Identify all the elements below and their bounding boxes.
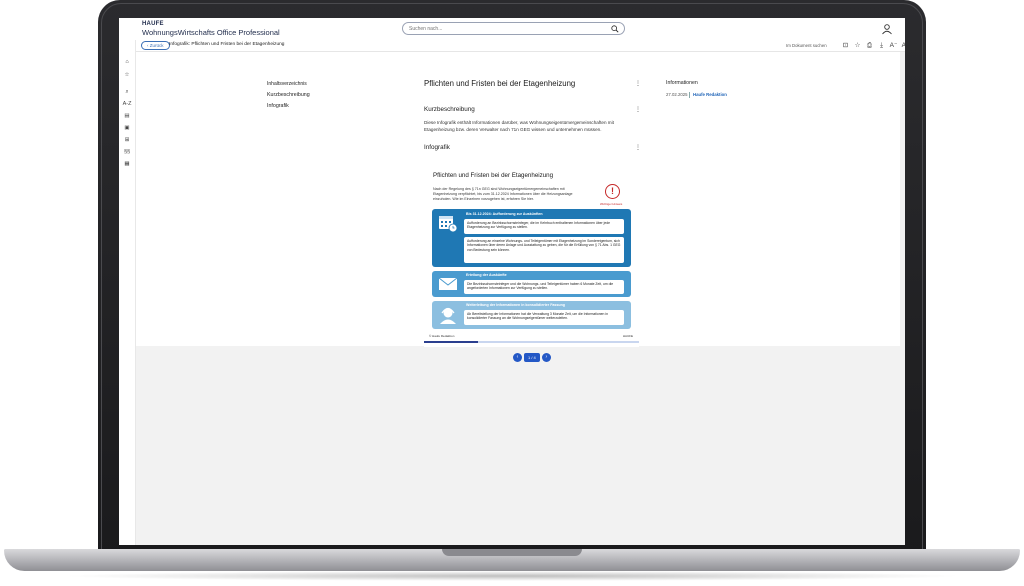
back-button[interactable]: ‹ Zurück [141,41,170,50]
infographic-footer-credit: © Haufe Redaktion [429,334,455,338]
search-input[interactable] [409,26,599,32]
search-icon[interactable]: ⌕ [122,88,132,96]
section-title-kurzbeschreibung: Kurzbeschreibung [424,106,475,113]
block1-heading: Bis 31.12.2024: Aufforderung zur Auskünf… [466,212,543,216]
download-icon[interactable]: ⤓ [877,41,886,50]
book-icon[interactable]: ▤ [122,112,132,120]
top-header: HAUFE WohnungsWirtschafts Office Profess… [119,18,905,40]
block3-text: Ab Bereitstellung der Informationen hat … [464,310,624,325]
infographic-title: Pflichten und Fristen bei der Etagenheiz… [433,172,554,179]
info-author-link[interactable]: Haufe Redaktion [693,92,727,97]
next-page-icon[interactable]: › [541,353,551,362]
infographic-pager: ‹ 1 / 4 › [513,353,551,362]
content-card: Inhaltsverzeichnis Kurzbeschreibung Info… [136,52,900,362]
infographic-footer-logo: HAUFE [622,334,633,338]
block1-item2: Aufforderung an einzelne Wohnungs- und T… [464,237,624,263]
support-person-icon [440,307,456,324]
home-icon[interactable]: ⌂ [122,58,132,66]
font-increase-icon[interactable]: A⁺ [901,41,905,50]
envelope-icon [438,277,458,290]
document-title: Pflichten und Fristen bei der Etagenheiz… [424,79,576,88]
infographic-block-response: Erteilung der Auskünfte Die Bezirksschor… [432,271,631,297]
left-navigation-rail: ⌂ ☆ ⌕ A-Z ▤ ▣ ⊞ §§ ▦ [119,40,136,545]
document-toolbar: ‹ Zurück Infografik: Pflichten und Frist… [119,40,905,52]
toc-title: Inhaltsverzeichnis [267,81,307,87]
block2-text: Die Bezirksschornsteinfeger und die Wohn… [464,280,624,294]
more-options-icon[interactable]: ⋮ [635,144,641,151]
previous-page-icon[interactable]: ‹ [513,353,522,362]
infographic-progress-fill [424,341,478,343]
search-box[interactable] [402,22,625,35]
block2-heading: Erteilung der Auskünfte [466,273,507,277]
find-in-document-icon[interactable]: ⊡ [841,41,850,50]
section-title-infografik: Infografik [424,144,450,151]
more-options-icon[interactable]: ⋮ [635,80,641,87]
app-title: WohnungsWirtschafts Office Professional [142,28,280,37]
block3-heading: Weiterleitung der Informationen in konso… [466,303,565,307]
toolbar-actions: ⊡ ☆ ⎙ ⤓ A⁻ A⁺ [841,41,905,50]
haufe-logo[interactable]: HAUFE [142,21,164,27]
infographic-viewer[interactable]: Pflichten und Fristen bei der Etagenheiz… [424,164,639,347]
block1-item1: Aufforderung an Bezirksschornsteinfeger,… [464,219,624,234]
laptop-shadow [60,571,964,581]
search-icon[interactable] [611,25,619,33]
user-icon[interactable] [881,23,893,35]
star-icon[interactable]: ☆ [122,71,132,79]
page-indicator: 1 / 4 [524,353,540,362]
info-separator [689,92,690,98]
infographic-progress-bar [424,341,639,343]
infographic-intro: Nach der Regelung des § 71n GEG sind Woh… [433,187,573,201]
star-icon[interactable]: ☆ [853,41,862,50]
paragraph-icon[interactable]: §§ [122,148,132,156]
in-document-search[interactable]: Im Dokument suchen [786,43,827,48]
screen: HAUFE WohnungsWirtschafts Office Profess… [119,18,905,545]
warning-label: Wichtiger Hinweis [600,202,623,206]
infographic-block-forwarding: Weiterleitung der Informationen in konso… [432,301,631,329]
az-index-icon[interactable]: A-Z [122,100,132,108]
toc-item-kurzbeschreibung[interactable]: Kurzbeschreibung [267,92,310,98]
section-text-kurzbeschreibung: Diese Infografik enthält Informationen d… [424,120,614,132]
infographic-block-deadline: Bis 31.12.2024: Aufforderung zur Auskünf… [432,209,631,267]
more-options-icon[interactable]: ⋮ [635,106,641,113]
info-date: 27.02.2025 [666,92,688,97]
font-decrease-icon[interactable]: A⁻ [889,41,898,50]
warning-icon: ! [605,184,620,199]
calendar-icon [439,216,458,233]
breadcrumb: Infografik: Pflichten und Fristen bei de… [169,42,285,47]
print-icon[interactable]: ⎙ [865,41,874,50]
tools-icon[interactable]: ⊞ [122,136,132,144]
calculator-icon[interactable]: ▦ [122,160,132,168]
info-panel-title: Informationen [666,80,698,86]
laptop-notch [442,549,582,556]
news-icon[interactable]: ▣ [122,124,132,132]
toc-item-infografik[interactable]: Infografik [267,103,289,109]
